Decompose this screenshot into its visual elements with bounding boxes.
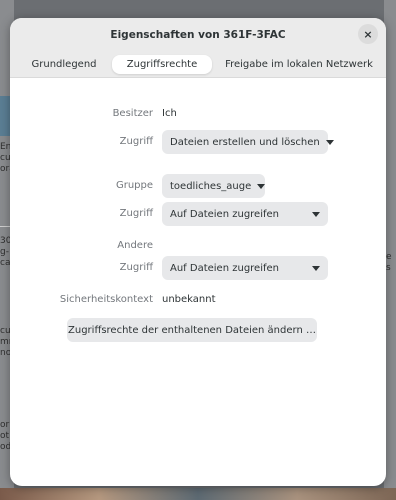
security-context-label: Sicherheitskontext — [59, 294, 153, 305]
tab-bar: Grundlegend Zugriffsrechte Freigabe im l… — [10, 52, 386, 78]
change-contained-permissions-button[interactable]: Zugriffsrechte der enthaltenen Dateien ä… — [67, 318, 317, 342]
group-access-row: Zugriff Auf Dateien zugreifen — [10, 202, 386, 226]
owner-row: Besitzer Ich — [10, 102, 386, 126]
owner-label: Besitzer — [112, 108, 153, 119]
tab-zugriffsrechte[interactable]: Zugriffsrechte — [112, 55, 212, 74]
group-access-selected: Auf Dateien zugreifen — [170, 208, 279, 220]
chevron-down-icon — [257, 183, 266, 189]
owner-access-dropdown[interactable]: Dateien erstellen und löschen — [162, 130, 334, 154]
group-access-dropdown[interactable]: Auf Dateien zugreifen — [162, 202, 328, 226]
group-dropdown[interactable]: toedliches_auge — [162, 174, 266, 198]
security-context-row: Sicherheitskontext unbekannt — [10, 288, 386, 312]
tab-freigabe[interactable]: Freigabe im lokalen Netzwerk — [218, 55, 380, 74]
owner-access-selected: Dateien erstellen und löschen — [170, 136, 320, 148]
close-icon: × — [363, 27, 373, 41]
owner-access-row: Zugriff Dateien erstellen und löschen — [10, 130, 386, 154]
owner-access-label: Zugriff — [119, 136, 153, 147]
owner-value: Ich — [162, 108, 177, 119]
dialog-title: Eigenschaften von 361F-3FAC — [110, 29, 286, 41]
others-label: Andere — [117, 240, 153, 251]
others-access-row: Zugriff Auf Dateien zugreifen — [10, 256, 386, 280]
permissions-panel: Besitzer Ich Zugriff Dateien erstellen u… — [10, 78, 386, 486]
dialog-titlebar[interactable]: Eigenschaften von 361F-3FAC × — [10, 18, 386, 52]
group-selected: toedliches_auge — [170, 180, 252, 192]
background-bottom-image — [0, 488, 396, 500]
others-access-label: Zugriff — [119, 262, 153, 273]
chevron-down-icon — [325, 139, 334, 145]
chevron-down-icon — [312, 211, 320, 217]
group-row: Gruppe toedliches_auge — [10, 174, 386, 198]
tab-grundlegend[interactable]: Grundlegend — [16, 55, 112, 74]
group-label: Gruppe — [115, 180, 153, 191]
security-context-value: unbekannt — [162, 294, 216, 305]
properties-dialog: Eigenschaften von 361F-3FAC × Grundlegen… — [10, 18, 386, 486]
others-access-selected: Auf Dateien zugreifen — [170, 262, 279, 274]
group-access-label: Zugriff — [119, 208, 153, 219]
others-access-dropdown[interactable]: Auf Dateien zugreifen — [162, 256, 328, 280]
close-button[interactable]: × — [358, 24, 378, 44]
background-text: e s — [386, 252, 392, 273]
chevron-down-icon — [312, 265, 320, 271]
